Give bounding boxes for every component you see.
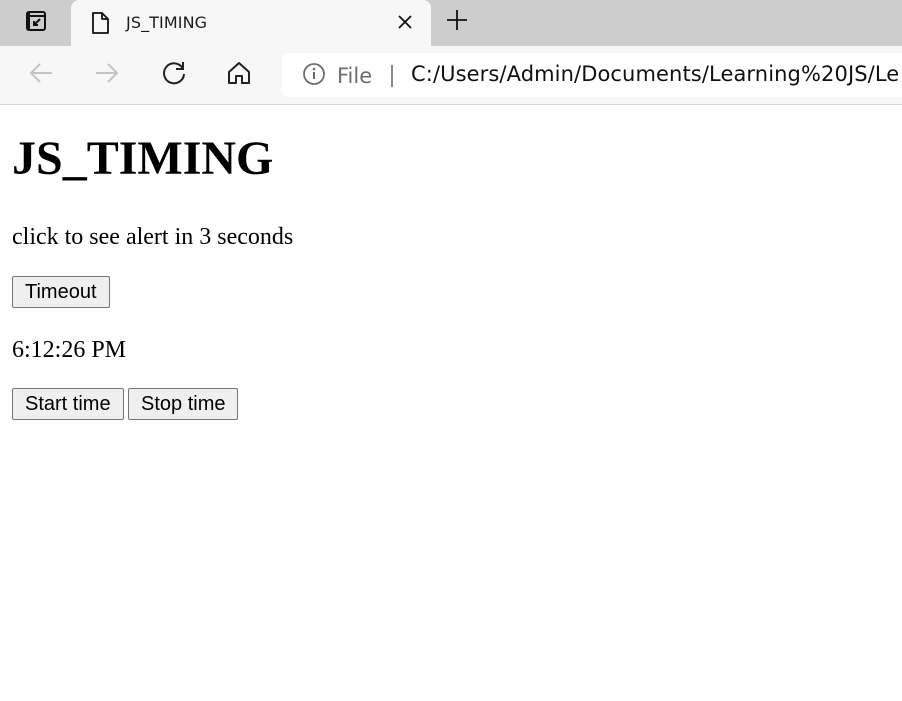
- document-icon: [89, 11, 111, 35]
- browser-toolbar: File C:/Users/Admin/Documents/Learning%2…: [0, 46, 902, 105]
- address-bar[interactable]: File C:/Users/Admin/Documents/Learning%2…: [282, 53, 902, 97]
- home-button[interactable]: [222, 58, 256, 92]
- start-time-button[interactable]: Start time: [12, 388, 124, 420]
- back-arrow-icon: [27, 59, 55, 92]
- tab-actions-button[interactable]: [14, 10, 58, 36]
- stop-time-button[interactable]: Stop time: [128, 388, 239, 420]
- page-content: JS_TIMING click to see alert in 3 second…: [0, 105, 902, 701]
- tab-actions-icon: [25, 10, 47, 37]
- refresh-button[interactable]: [157, 58, 191, 92]
- clock-display: 6:12:26 PM: [12, 337, 127, 363]
- forward-button[interactable]: [90, 58, 124, 92]
- active-tab[interactable]: JS_TIMING: [71, 0, 431, 46]
- timeout-button[interactable]: Timeout: [12, 276, 110, 308]
- plus-icon: [445, 8, 469, 37]
- site-info-button[interactable]: File: [302, 62, 373, 91]
- close-tab-button[interactable]: [393, 12, 417, 36]
- close-icon: [397, 14, 413, 35]
- refresh-icon: [160, 59, 188, 92]
- address-separator: [391, 65, 393, 87]
- site-info-label: File: [337, 64, 373, 88]
- tab-title: JS_TIMING: [126, 13, 208, 32]
- new-tab-button[interactable]: [443, 8, 471, 36]
- forward-arrow-icon: [93, 59, 121, 92]
- page-heading: JS_TIMING: [12, 132, 274, 185]
- page-description: click to see alert in 3 seconds: [12, 224, 294, 250]
- info-icon: [302, 62, 326, 91]
- home-icon: [225, 59, 253, 92]
- tab-strip: JS_TIMING: [0, 0, 902, 46]
- back-button[interactable]: [24, 58, 58, 92]
- url-text[interactable]: C:/Users/Admin/Documents/Learning%20JS/L…: [411, 62, 899, 86]
